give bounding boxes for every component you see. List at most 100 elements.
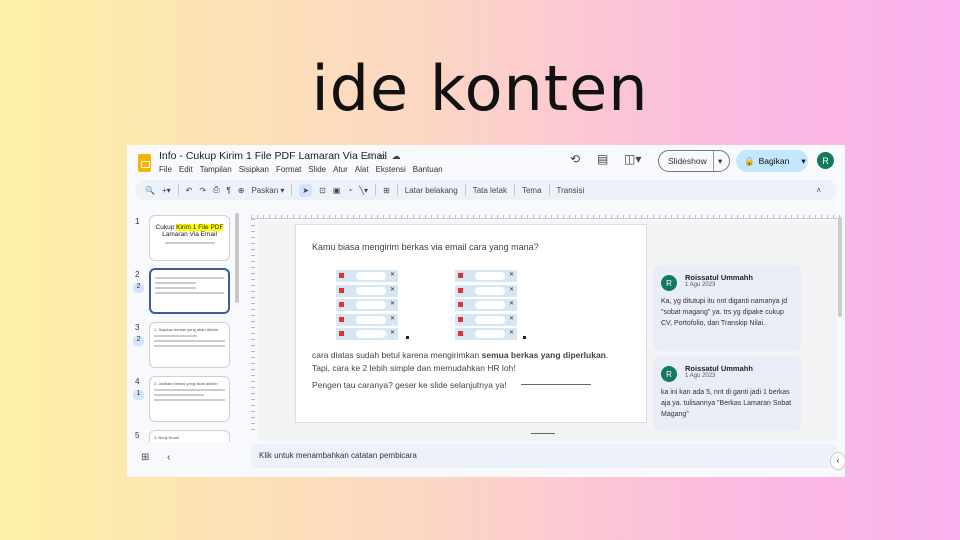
slide-thumbnail-3[interactable]: 1. Siapkan berkas yang akan dikirim [149, 322, 230, 368]
thumb-title: Cukup [155, 224, 177, 231]
layout-button[interactable]: Tata letak [473, 186, 507, 195]
comments-icon[interactable]: ▤ [597, 152, 608, 166]
comment-card[interactable]: R Roissatul Ummahh 1 Agu 2023 Ka, yg dit… [653, 265, 801, 351]
side-panel-toggle-icon[interactable]: ‹ [830, 452, 845, 470]
slide-canvas[interactable]: Kamu biasa mengirim berkas via email car… [295, 224, 647, 423]
undo-icon[interactable]: ↶ [186, 186, 193, 195]
comment-date: 1 Agu 2023 [685, 282, 716, 288]
comment-text: ka ini kan ada 5, nnt di ganti jadi 1 be… [661, 389, 792, 418]
history-icon[interactable]: ⟲ [570, 152, 580, 166]
menu-slide[interactable]: Slide [308, 165, 326, 174]
avatar: R [661, 366, 677, 382]
chevron-up-icon[interactable]: ˄ [816, 186, 821, 195]
print-icon[interactable]: ⎙ [213, 185, 219, 195]
divider [177, 184, 179, 196]
zoom-icon[interactable]: ⊕ [238, 186, 245, 195]
comment-card[interactable]: R Roissatul Ummahh 1 Agu 2023 ka ini kan… [653, 356, 801, 431]
thumb-title-highlight: Kirim 1 File PDF [176, 224, 224, 231]
google-slides-window: Info - Cukup Kirim 1 File PDF Lamaran Vi… [127, 145, 845, 477]
cloud-icon[interactable]: ☁ [392, 151, 406, 161]
divider [396, 184, 398, 196]
zoom-label: Paskan [251, 185, 279, 195]
comment-count-badge[interactable]: 1 [133, 390, 144, 400]
comment-author: Roissatul Ummahh [685, 364, 753, 373]
menu-bar: File Edit Tampilan Sisipkan Format Slide… [159, 165, 443, 174]
avatar[interactable]: R [817, 152, 834, 169]
menu-tools[interactable]: Alat [355, 165, 369, 174]
grid-view-icon[interactable]: ⊞ [141, 452, 149, 463]
share-label: Bagikan [758, 156, 790, 166]
menu-help[interactable]: Bantuan [413, 165, 443, 174]
slide-thumbnail-1[interactable]: Cukup Kirim 1 File PDF Lamaran Via Email [149, 215, 230, 261]
slideshow-label: Slideshow [659, 151, 714, 171]
avatar: R [661, 275, 677, 291]
menu-edit[interactable]: Edit [179, 165, 193, 174]
lock-icon: 🔒 [744, 155, 755, 166]
slide-thumbnail-2[interactable] [149, 268, 230, 314]
paint-format-icon[interactable]: ¶ [226, 186, 230, 195]
chevron-down-icon[interactable]: ▾ [801, 156, 805, 167]
menu-arrange[interactable]: Atur [333, 165, 348, 174]
menu-extensions[interactable]: Ekstensi [376, 165, 406, 174]
thumb-heading: 3. Body Email [154, 435, 179, 440]
star-icon[interactable]: ☆ [365, 151, 378, 161]
thumb-heading: 1. Siapkan berkas yang akan dikirim [154, 327, 219, 332]
shape-icon[interactable]: ◔ [347, 186, 352, 195]
slide-number: 4 [135, 377, 140, 386]
speaker-notes[interactable]: Klik untuk menambahkan catatan pembicara [251, 444, 837, 468]
slide-thumbnail-4[interactable]: 2. Jadikan berkas yang akan dikirim [149, 376, 230, 422]
slides-logo-icon[interactable] [138, 154, 151, 172]
slide-number: 3 [135, 323, 140, 332]
resize-handle[interactable] [531, 433, 555, 434]
line-icon[interactable]: ╲▾ [359, 186, 368, 195]
folder-icon[interactable]: ▭ [378, 151, 392, 161]
image-icon[interactable]: ▣ [333, 186, 341, 195]
attachments-image-1: ✕ ✕ ✕ ✕ ✕ [336, 270, 398, 340]
text-box-icon[interactable]: ⊡ [319, 186, 326, 195]
horizontal-ruler [251, 215, 841, 219]
slide-paragraph: cara diatas sudah betul karena mengirimk… [312, 349, 642, 375]
divider [548, 184, 550, 196]
bullet-dot [523, 336, 526, 339]
menu-insert[interactable]: Sisipkan [239, 165, 269, 174]
text: cara diatas sudah betul karena mengirimk… [312, 350, 482, 360]
headline: ide konten [311, 52, 649, 125]
menu-format[interactable]: Format [276, 165, 301, 174]
share-button[interactable]: 🔒 Bagikan ▾ [736, 150, 808, 172]
comment-author: Roissatul Ummahh [685, 273, 753, 282]
menu-file[interactable]: File [159, 165, 172, 174]
filmstrip: 1 Cukup Kirim 1 File PDF Lamaran Via Emai… [127, 209, 237, 442]
thumb-title-2: Lamaran Via Email [162, 231, 217, 238]
meet-icon[interactable]: ◫▾ [624, 152, 641, 166]
divider [291, 184, 293, 196]
comment-add-icon[interactable]: ⊞ [383, 186, 390, 195]
comment-count-badge[interactable]: 2 [133, 283, 144, 293]
menu-view[interactable]: Tampilan [200, 165, 232, 174]
select-cursor-icon[interactable]: ➤ [299, 183, 313, 197]
search-icon[interactable]: 🔍 [145, 186, 155, 195]
bullet-dot [406, 336, 409, 339]
thumb-heading: 2. Jadikan berkas yang akan dikirim [154, 381, 218, 386]
comment-date: 1 Agu 2023 [685, 373, 716, 379]
transition-button[interactable]: Transisi [557, 186, 585, 195]
slideshow-button[interactable]: Slideshow ▾ [658, 150, 730, 172]
zoom-select[interactable]: Paskan ▾ [251, 186, 284, 195]
redo-icon[interactable]: ↷ [199, 186, 206, 195]
vertical-ruler [251, 219, 255, 434]
chevron-down-icon[interactable]: ▾ [714, 156, 722, 167]
slide-thumbnail-5[interactable]: 3. Body Email [149, 430, 230, 442]
add-icon[interactable]: +▾ [162, 186, 171, 195]
chevron-left-icon[interactable]: ‹ [167, 452, 170, 463]
document-title[interactable]: Info - Cukup Kirim 1 File PDF Lamaran Vi… [159, 150, 387, 162]
theme-button[interactable]: Tema [522, 186, 542, 195]
divider [375, 184, 377, 196]
filmstrip-scrollbar[interactable] [235, 213, 239, 303]
comment-text: Ka, yg ditutupi itu nnt diganti namanya … [661, 298, 788, 327]
text: Tapi, cara ke 2 lebih simple dan memudah… [312, 363, 516, 373]
background-button[interactable]: Latar belakang [405, 186, 458, 195]
canvas-scrollbar[interactable] [838, 217, 842, 317]
thumb-subtitle [164, 242, 215, 244]
comment-count-badge[interactable]: 2 [133, 336, 144, 346]
divider [464, 184, 466, 196]
bold-text: semua berkas yang diperlukan [481, 350, 606, 360]
